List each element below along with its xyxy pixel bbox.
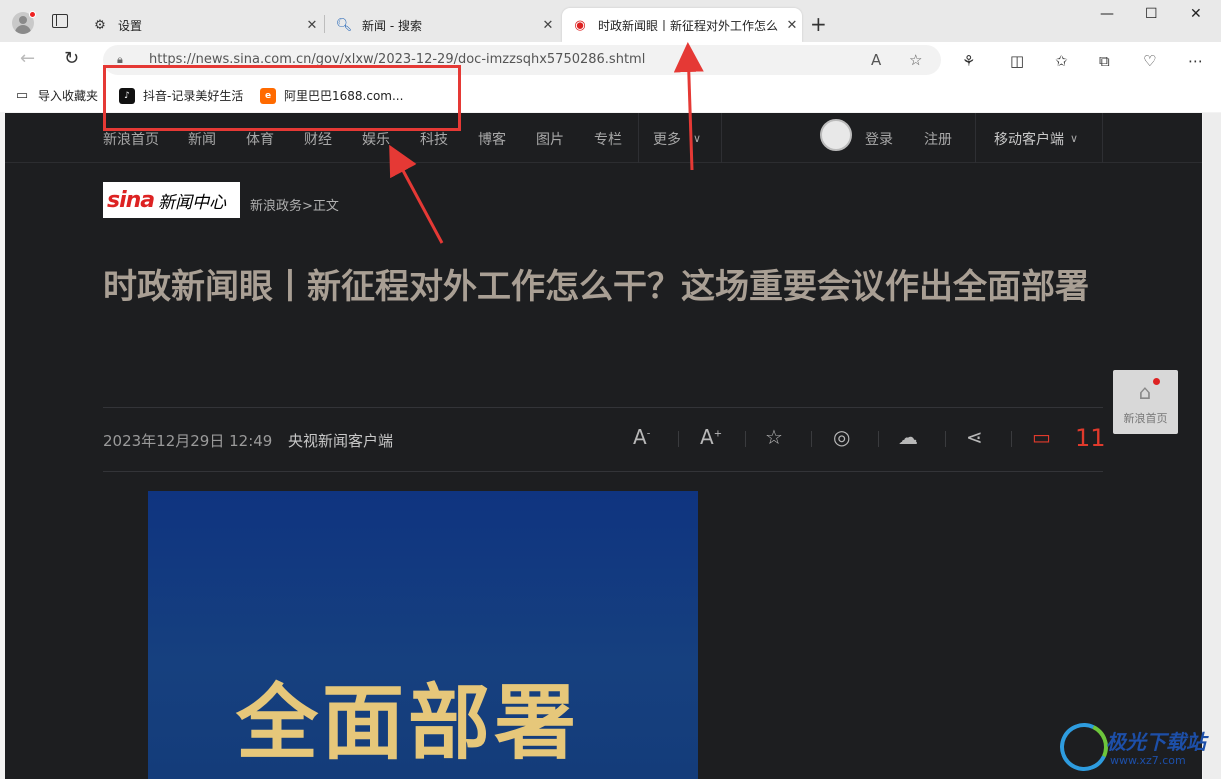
- annotation-arrow-tab: [673, 42, 704, 171]
- annotation-arrow-nav: [389, 144, 444, 244]
- browser-window: ⚙ 设置 ✕ 🔍︎ 新闻 - 搜索 ✕ ◉ 时政新闻眼丨新征程对外工作怎么 ✕ …: [0, 0, 1221, 779]
- annotation-arrows: [389, 42, 704, 244]
- watermark-title: 极光下载站: [1106, 730, 1206, 754]
- watermark-url: www.xz7.com: [1110, 754, 1186, 767]
